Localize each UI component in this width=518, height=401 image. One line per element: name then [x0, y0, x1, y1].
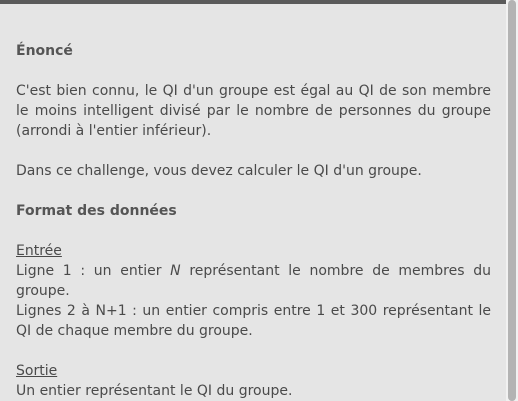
statement-paragraph-1: C'est bien connu, le QI d'un groupe est …: [16, 83, 491, 139]
top-divider: [0, 0, 506, 4]
output-heading: Sortie: [16, 363, 58, 379]
vertical-scrollbar[interactable]: [506, 0, 518, 401]
data-format-heading: Format des données: [16, 203, 177, 219]
input-line-2: Lignes 2 à N+1 : un entier compris entre…: [16, 303, 491, 339]
input-heading: Entrée: [16, 243, 62, 259]
statement-paragraph-2: Dans ce challenge, vous devez calculer l…: [16, 163, 422, 179]
output-line-1: Un entier représentant le QI du groupe.: [16, 383, 293, 399]
problem-panel: Énoncé C'est bien connu, le QI d'un grou…: [0, 0, 518, 401]
input-line-1: Ligne 1 : un entier N représentant le no…: [16, 261, 491, 301]
scrollbar-thumb[interactable]: [508, 0, 516, 401]
output-section: Sortie: [16, 361, 491, 381]
variable-n: N: [170, 263, 181, 279]
input-line-1-text: Ligne 1 : un entier: [16, 263, 171, 279]
statement-heading: Énoncé: [16, 43, 73, 59]
problem-content: Énoncé C'est bien connu, le QI d'un grou…: [16, 41, 491, 401]
input-section: Entrée: [16, 241, 491, 261]
